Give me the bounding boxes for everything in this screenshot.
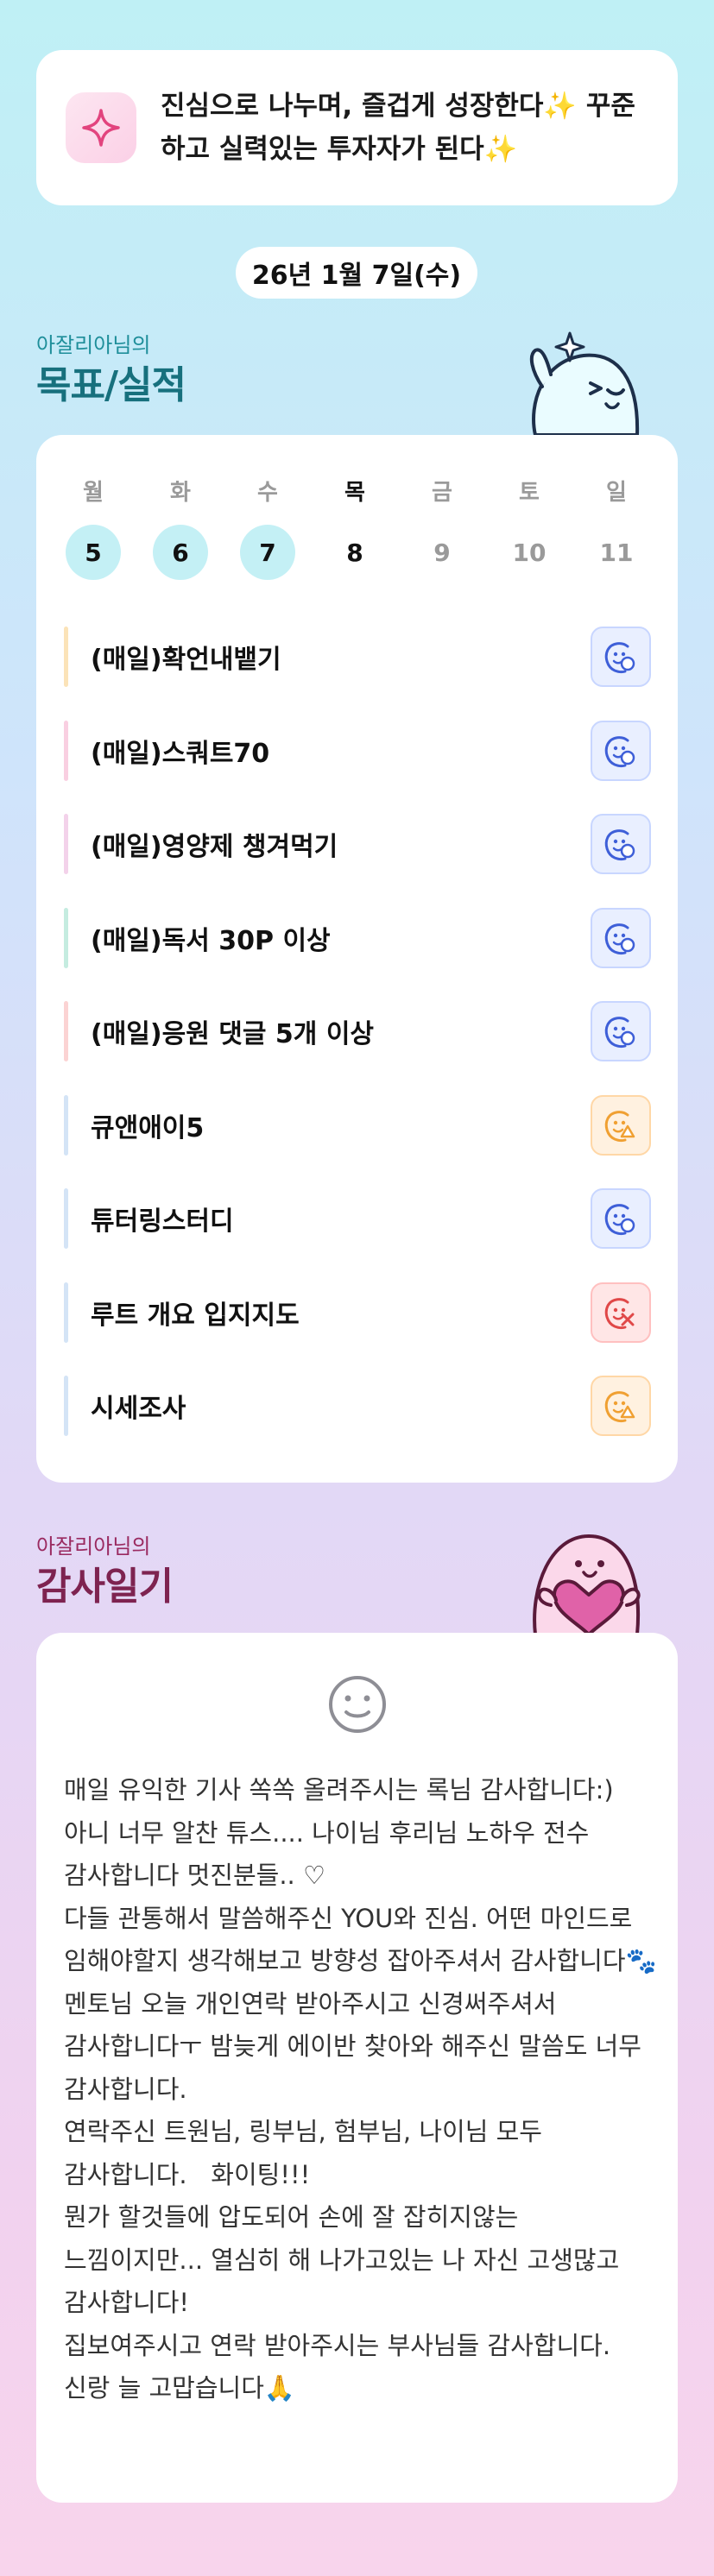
goal-item[interactable]: (매일)확언내뱉기 xyxy=(64,627,651,687)
goal-color-bar xyxy=(64,720,68,781)
goal-item[interactable]: (매일)영양제 챙겨먹기 xyxy=(64,814,651,874)
weekday-label: 수 xyxy=(257,480,278,506)
check-face-icon[interactable] xyxy=(591,1188,651,1249)
date-7[interactable]: 7 xyxy=(240,525,295,580)
triangle-face-icon[interactable] xyxy=(591,1376,651,1436)
goal-color-bar xyxy=(64,1094,68,1156)
gratitude-card: 매일 유익한 기사 쏙쏙 올려주시는 록님 감사합니다:) 아니 너무 알찬 튜… xyxy=(36,1633,678,2503)
goal-color-bar xyxy=(64,814,68,874)
date-selector[interactable]: 26년 1월 7일(수) xyxy=(236,247,477,299)
goal-label: 튜터링스터디 xyxy=(91,1206,234,1237)
gratitude-diary-text: 매일 유익한 기사 쏙쏙 올려주시는 록님 감사합니다:) 아니 너무 알찬 튜… xyxy=(64,1775,657,2403)
heart-mascot-icon xyxy=(516,1526,651,1636)
date-8[interactable]: 8 xyxy=(327,525,382,580)
goal-color-bar xyxy=(64,907,68,968)
check-face-icon[interactable] xyxy=(591,627,651,687)
goal-label: (매일)확언내뱉기 xyxy=(91,645,281,675)
goal-item[interactable]: 시세조사 xyxy=(64,1376,651,1436)
date-10[interactable]: 10 xyxy=(502,525,557,580)
goal-label: 시세조사 xyxy=(91,1394,186,1424)
weekday-label: 토 xyxy=(519,480,540,506)
goal-label: 큐앤애이5 xyxy=(91,1112,205,1143)
goal-color-bar xyxy=(64,1001,68,1061)
weekday-label: 화 xyxy=(170,480,191,506)
triangle-face-icon[interactable] xyxy=(591,1094,651,1156)
goal-label: (매일)응원 댓글 5개 이상 xyxy=(91,1019,375,1049)
goal-color-bar xyxy=(64,1376,68,1436)
gratitude-title: 감사일기 xyxy=(36,1565,174,1609)
motto-text: 진심으로 나누며, 즐겁게 성장한다✨ 꾸준하고 실력있는 투자자가 된다✨ xyxy=(161,91,635,165)
goals-card: 월 5 화 6 수 7 목 8 금 9 토 10 일 11 (매일)확언내뱉기 (매일)스쿼트70 (매일)영… xyxy=(36,435,678,1483)
goal-item[interactable]: (매일)스쿼트70 xyxy=(64,720,651,781)
sparkle-icon xyxy=(66,92,136,163)
date-6[interactable]: 6 xyxy=(153,525,208,580)
motto-card: 진심으로 나누며, 즐겁게 성장한다✨ 꾸준하고 실력있는 투자자가 된다✨ xyxy=(36,50,678,205)
date-11[interactable]: 11 xyxy=(589,525,644,580)
weekday-label: 금 xyxy=(432,480,452,506)
weekday-label: 목 xyxy=(344,480,365,506)
goal-label: (매일)영양제 챙겨먹기 xyxy=(91,832,338,862)
weekday-label: 월 xyxy=(83,480,104,506)
weekday-label: 일 xyxy=(606,480,627,506)
goal-label: 루트 개요 입지지도 xyxy=(91,1300,300,1331)
goal-label: (매일)독서 30P 이상 xyxy=(91,925,331,956)
goal-item[interactable]: 큐앤애이5 xyxy=(64,1094,651,1156)
goal-color-bar xyxy=(64,1282,68,1343)
ghost-mascot-icon xyxy=(516,326,646,437)
goal-color-bar xyxy=(64,627,68,687)
x-face-icon[interactable] xyxy=(591,1282,651,1343)
goal-label: (매일)스쿼트70 xyxy=(91,738,270,769)
date-5[interactable]: 5 xyxy=(66,525,121,580)
goal-item[interactable]: 루트 개요 입지지도 xyxy=(64,1282,651,1343)
check-face-icon[interactable] xyxy=(591,720,651,781)
check-face-icon[interactable] xyxy=(591,814,651,874)
goal-item[interactable]: (매일)독서 30P 이상 xyxy=(64,907,651,968)
date-9[interactable]: 9 xyxy=(414,525,470,580)
smiley-icon xyxy=(327,1674,388,1735)
goals-title: 목표/실적 xyxy=(36,363,186,407)
goal-item[interactable]: 튜터링스터디 xyxy=(64,1188,651,1249)
goal-color-bar xyxy=(64,1188,68,1249)
goal-item[interactable]: (매일)응원 댓글 5개 이상 xyxy=(64,1001,651,1061)
check-face-icon[interactable] xyxy=(591,1001,651,1061)
check-face-icon[interactable] xyxy=(591,907,651,968)
